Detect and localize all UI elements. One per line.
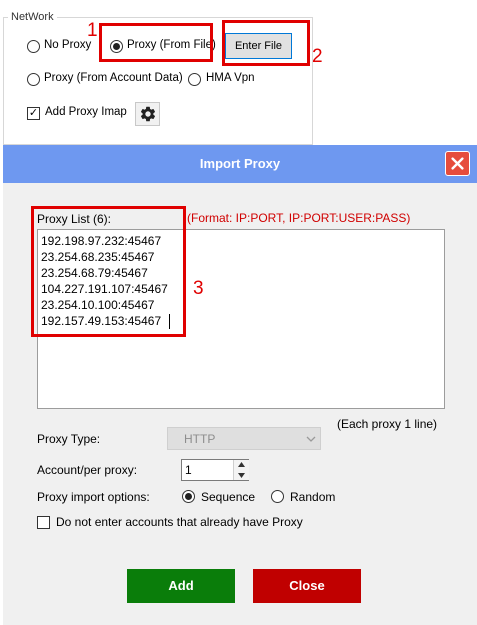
- gear-icon: [140, 106, 155, 122]
- chevron-down-icon: [306, 436, 316, 442]
- annotation-number-3: 3: [193, 278, 204, 299]
- hma-vpn-label[interactable]: HMA Vpn: [206, 72, 255, 84]
- dialog-title: Import Proxy: [199, 156, 281, 171]
- proxy-type-value: HTTP: [184, 432, 216, 446]
- skip-existing-proxy-label[interactable]: Do not enter accounts that already have …: [56, 515, 303, 529]
- import-options-label: Proxy import options:: [37, 490, 150, 504]
- check-icon: ✓: [28, 107, 39, 119]
- annotation-box-1: [99, 23, 213, 62]
- proxy-imap-settings-button[interactable]: [135, 102, 160, 126]
- spin-down-button[interactable]: [233, 470, 249, 480]
- proxy-from-account-label[interactable]: Proxy (From Account Data): [44, 72, 183, 84]
- account-per-proxy-label: Account/per proxy:: [37, 463, 138, 477]
- each-proxy-note: (Each proxy 1 line): [337, 417, 438, 431]
- annotation-number-1: 1: [87, 20, 98, 41]
- annotation-box-3: [31, 206, 186, 337]
- network-group-title: NetWork: [8, 11, 57, 23]
- account-per-proxy-stepper[interactable]: 1: [181, 459, 249, 481]
- sequence-radio[interactable]: [182, 490, 195, 503]
- format-hint: (Format: IP:PORT, IP:PORT:USER:PASS): [187, 211, 411, 225]
- random-radio[interactable]: [271, 490, 284, 503]
- hma-vpn-radio[interactable]: [188, 73, 201, 86]
- sequence-label[interactable]: Sequence: [201, 490, 255, 504]
- spin-up-icon: [238, 462, 245, 467]
- annotation-box-2: [222, 20, 310, 66]
- close-button[interactable]: Close: [253, 569, 361, 603]
- account-per-proxy-value: 1: [185, 463, 192, 477]
- random-label[interactable]: Random: [290, 490, 335, 504]
- no-proxy-label[interactable]: No Proxy: [44, 39, 91, 51]
- annotation-number-2: 2: [312, 46, 323, 67]
- dialog-close-button[interactable]: [445, 151, 470, 176]
- add-button[interactable]: Add: [127, 569, 235, 603]
- skip-existing-proxy-checkbox[interactable]: [37, 516, 50, 529]
- add-proxy-imap-label[interactable]: Add Proxy Imap: [45, 106, 127, 118]
- no-proxy-radio[interactable]: [27, 40, 40, 53]
- proxy-type-label: Proxy Type:: [37, 432, 101, 446]
- proxy-from-account-radio[interactable]: [27, 73, 40, 86]
- spin-down-icon: [238, 473, 245, 478]
- add-proxy-imap-checkbox[interactable]: ✓: [27, 107, 40, 120]
- proxy-type-select[interactable]: HTTP: [167, 427, 321, 450]
- close-icon: [451, 157, 464, 170]
